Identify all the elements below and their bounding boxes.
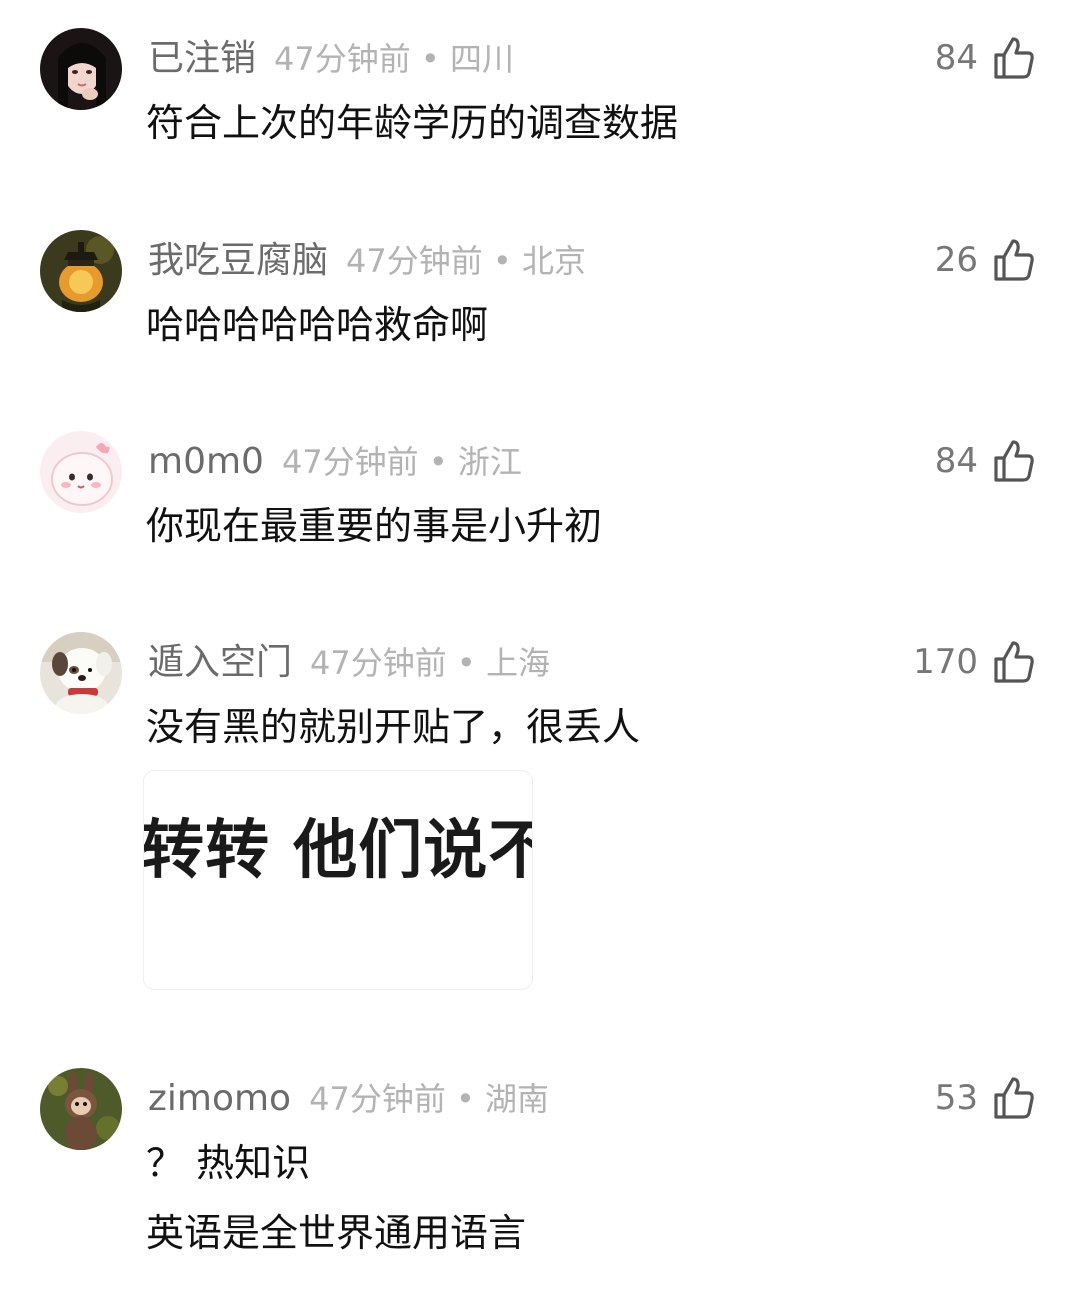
comment-text: 英语是全世界通用语言 [146,1211,527,1255]
pink-cartoon-avatar-icon [40,431,122,513]
like-button[interactable]: 84 [935,435,1036,487]
comment-meta: 已注销 47分钟前 • 四川 [148,36,514,82]
avatar[interactable] [40,632,122,714]
comment-meta: 我吃豆腐脑 47分钟前 • 北京 [148,238,586,284]
comment-text: 没有黑的就别开贴了，很丢人 [146,705,641,749]
like-count: 84 [934,38,978,78]
avatar[interactable] [40,431,122,513]
time-location: 47分钟前 • 四川 [274,40,514,78]
username[interactable]: 遁入空门 [148,642,292,683]
username[interactable]: 我吃豆腐脑 [148,240,328,281]
username[interactable]: m0m0 [148,441,264,482]
like-button[interactable]: 170 [913,636,1036,688]
thumbs-up-icon[interactable] [992,438,1036,484]
like-count: 170 [913,642,978,682]
time-location: 47分钟前 • 上海 [310,644,550,682]
thumbs-up-icon[interactable] [992,35,1036,81]
thumbs-up-icon[interactable] [992,639,1036,685]
time-location: 47分钟前 • 湖南 [309,1080,550,1118]
plush-dog-avatar-icon [40,632,122,714]
lantern-avatar-icon [40,230,122,312]
thumbs-up-icon[interactable] [992,237,1036,283]
avatar[interactable] [40,230,122,312]
like-button[interactable]: 53 [935,1072,1036,1124]
time-location: 47分钟前 • 北京 [346,242,586,280]
avatar[interactable] [40,28,122,110]
sticker-caption: 转转 他们说不 [143,814,533,888]
username[interactable]: 已注销 [148,38,256,79]
comment-meta: m0m0 47分钟前 • 浙江 [148,439,522,485]
comment-text: ？ 热知识 [146,1141,311,1185]
like-count: 84 [934,441,978,481]
comment-text: 哈哈哈哈哈哈救命啊 [146,303,489,347]
comment-text: 符合上次的年龄学历的调查数据 [146,101,679,145]
thumbs-up-icon[interactable] [992,1075,1036,1121]
girl-portrait-avatar-icon [40,28,122,110]
comment-meta: zimomo 47分钟前 • 湖南 [148,1076,549,1122]
avatar[interactable] [40,1068,122,1150]
sticker-image[interactable]: 转转 他们说不 [143,770,533,990]
labubu-doll-avatar-icon [40,1068,122,1150]
like-count: 26 [934,240,978,280]
like-button[interactable]: 26 [935,234,1036,286]
username[interactable]: zimomo [148,1078,291,1119]
comment-meta: 遁入空门 47分钟前 • 上海 [148,640,550,686]
like-button[interactable]: 84 [935,32,1036,84]
time-location: 47分钟前 • 浙江 [281,443,522,481]
like-count: 53 [934,1078,978,1118]
comment-text: 你现在最重要的事是小升初 [146,504,603,548]
